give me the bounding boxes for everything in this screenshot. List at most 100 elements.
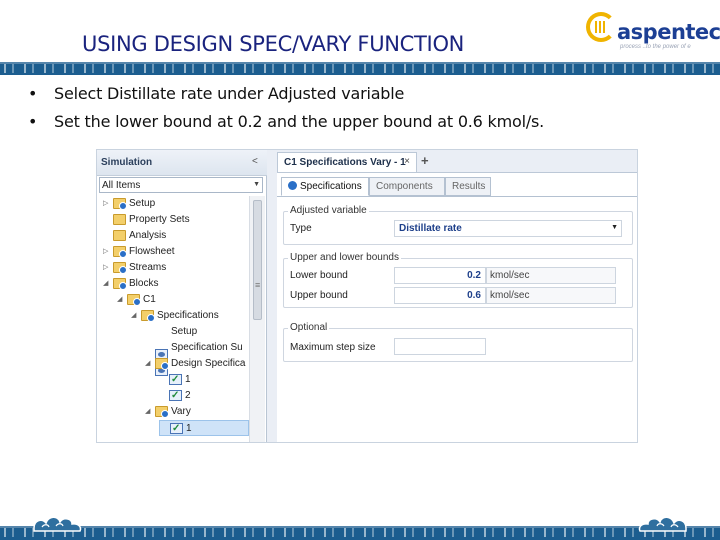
- bullet-list: • Select Distillate rate under Adjusted v…: [28, 80, 708, 136]
- bullet-item: • Select Distillate rate under Adjusted v…: [28, 80, 708, 108]
- upper-bound-input[interactable]: 0.6: [394, 287, 486, 304]
- tree-item-label: 2: [185, 390, 191, 401]
- logo-tagline: process ..to the power of e: [620, 44, 691, 50]
- tree-item[interactable]: 1: [159, 372, 191, 388]
- tree-item-label: Setup: [129, 198, 156, 209]
- lower-bound-label: Lower bound: [290, 270, 348, 281]
- lower-bound-input[interactable]: 0.2: [394, 267, 486, 284]
- logo-text: aspentech: [617, 20, 720, 44]
- navigation-filter-value: All Items: [102, 180, 141, 191]
- document-body: Specifications Components Results Adjust…: [277, 172, 637, 442]
- tree-item-label: Blocks: [129, 278, 159, 289]
- new-tab-icon[interactable]: +: [421, 153, 429, 168]
- expand-toggle-icon[interactable]: ◢: [145, 356, 155, 372]
- tree-item[interactable]: Property Sets: [103, 212, 190, 228]
- cloud-ornament-icon: [30, 512, 84, 534]
- folder-icon: [113, 214, 126, 225]
- chevron-down-icon: ▼: [253, 181, 260, 188]
- folder-check-icon: [155, 358, 169, 370]
- footer-decorative-band: [0, 526, 720, 540]
- cloud-ornament-icon: [636, 512, 690, 534]
- tree-item[interactable]: Analysis: [103, 228, 166, 244]
- tree-item[interactable]: ◢ Specifications: [131, 308, 219, 324]
- specifications-form: Adjusted variable Type Distillate rate ▼…: [277, 196, 637, 442]
- tree-item-label: 1: [186, 423, 192, 434]
- expand-toggle-icon[interactable]: ◢: [131, 308, 141, 324]
- tree-item-label: 1: [185, 374, 191, 385]
- upper-bound-unit[interactable]: kmol/sec: [486, 287, 616, 304]
- tree-item[interactable]: ◢ C1: [117, 292, 156, 308]
- close-icon[interactable]: ×: [404, 156, 410, 167]
- checked-form-icon: [169, 372, 182, 388]
- header-decorative-band: [0, 62, 720, 75]
- type-label: Type: [290, 223, 312, 234]
- tree-item[interactable]: Specification Su: [145, 340, 243, 376]
- tree-item[interactable]: ▷ Flowsheet: [103, 244, 175, 260]
- tree-item[interactable]: ▷ Streams: [103, 260, 166, 276]
- group-title: Optional: [288, 322, 330, 333]
- folder-check-icon: [113, 262, 127, 274]
- folder-check-icon: [155, 406, 169, 418]
- unit-text: kmol/sec: [490, 290, 530, 301]
- folder-icon: [113, 230, 126, 241]
- scrollbar-thumb[interactable]: [253, 200, 262, 320]
- band-pattern: [0, 528, 720, 537]
- lower-bound-unit[interactable]: kmol/sec: [486, 267, 616, 284]
- tree-item-label: Specifications: [157, 310, 219, 321]
- expand-toggle-icon[interactable]: ◢: [117, 292, 127, 308]
- tree-item[interactable]: ▷ Setup: [103, 196, 155, 212]
- tree-item-label: Design Specifica: [171, 358, 246, 369]
- unit-text: kmol/sec: [490, 270, 530, 281]
- folder-check-icon: [127, 294, 141, 306]
- navigation-scrollbar[interactable]: ≡: [249, 196, 265, 442]
- expand-toggle-icon[interactable]: ◢: [103, 276, 113, 292]
- tree-item-label: C1: [143, 294, 156, 305]
- subtab-specifications[interactable]: Specifications: [281, 177, 369, 196]
- folder-check-icon: [113, 278, 127, 290]
- expand-toggle-icon[interactable]: ▷: [103, 196, 113, 212]
- tree-item[interactable]: ◢ Design Specifica: [145, 356, 245, 372]
- bullet-text: Select Distillate rate under Adjusted va…: [54, 84, 405, 103]
- tree-item[interactable]: 2: [159, 388, 191, 404]
- band-pattern: [0, 64, 720, 73]
- folder-check-icon: [113, 198, 127, 210]
- subtab-label: Specifications: [300, 181, 362, 192]
- type-dropdown[interactable]: Distillate rate ▼: [394, 220, 622, 237]
- document-tab[interactable]: C1 Specifications Vary - 1 ×: [277, 152, 417, 172]
- tree-item-label: Setup: [171, 326, 198, 337]
- navigation-tree: ▷ Setup Property Sets Analysis ▷ Flowsheet ▷ St…: [97, 196, 249, 442]
- scrollbar-grip-icon: ≡: [255, 280, 261, 290]
- slide-title: USING DESIGN SPEC/VARY FUNCTION: [82, 32, 465, 56]
- group-title: Adjusted variable: [288, 205, 369, 216]
- bullet-dot: •: [28, 112, 38, 131]
- type-dropdown-value: Distillate rate: [399, 223, 462, 234]
- expand-toggle-icon[interactable]: ◢: [145, 404, 155, 420]
- subtab-components[interactable]: Components: [369, 177, 445, 196]
- expand-toggle-icon[interactable]: ▷: [103, 260, 113, 276]
- tree-item[interactable]: 1: [159, 420, 249, 437]
- tree-item-label: Flowsheet: [129, 246, 175, 257]
- tree-item[interactable]: Setup: [145, 324, 198, 360]
- folder-check-icon: [141, 310, 155, 322]
- max-step-size-input[interactable]: [394, 338, 486, 355]
- max-step-size-label: Maximum step size: [290, 342, 376, 353]
- tree-item-label: Streams: [129, 262, 167, 273]
- bullet-item: • Set the lower bound at 0.2 and the uppe…: [28, 108, 708, 136]
- subtab-results[interactable]: Results: [445, 177, 491, 196]
- navigation-filter-dropdown[interactable]: All Items ▼: [99, 177, 263, 193]
- logo-bars-icon: [595, 21, 607, 33]
- group-title: Upper and lower bounds: [288, 252, 401, 263]
- upper-bound-value: 0.6: [467, 290, 481, 301]
- tree-item-label: Property Sets: [129, 214, 190, 225]
- bullet-text: Set the lower bound at 0.2 and the upper…: [54, 112, 545, 131]
- navigation-header: Simulation <: [97, 150, 267, 176]
- tree-item[interactable]: ◢ Vary: [145, 404, 191, 420]
- checked-form-icon: [169, 388, 182, 404]
- bounds-group: Upper and lower bounds Lower bound 0.2 k…: [283, 252, 633, 308]
- tree-item[interactable]: ◢ Blocks: [103, 276, 158, 292]
- expand-toggle-icon[interactable]: ▷: [103, 244, 113, 260]
- lower-bound-value: 0.2: [467, 270, 481, 281]
- folder-check-icon: [113, 246, 127, 258]
- collapse-pane-icon[interactable]: <: [252, 156, 258, 167]
- navigation-title: Simulation: [101, 157, 153, 168]
